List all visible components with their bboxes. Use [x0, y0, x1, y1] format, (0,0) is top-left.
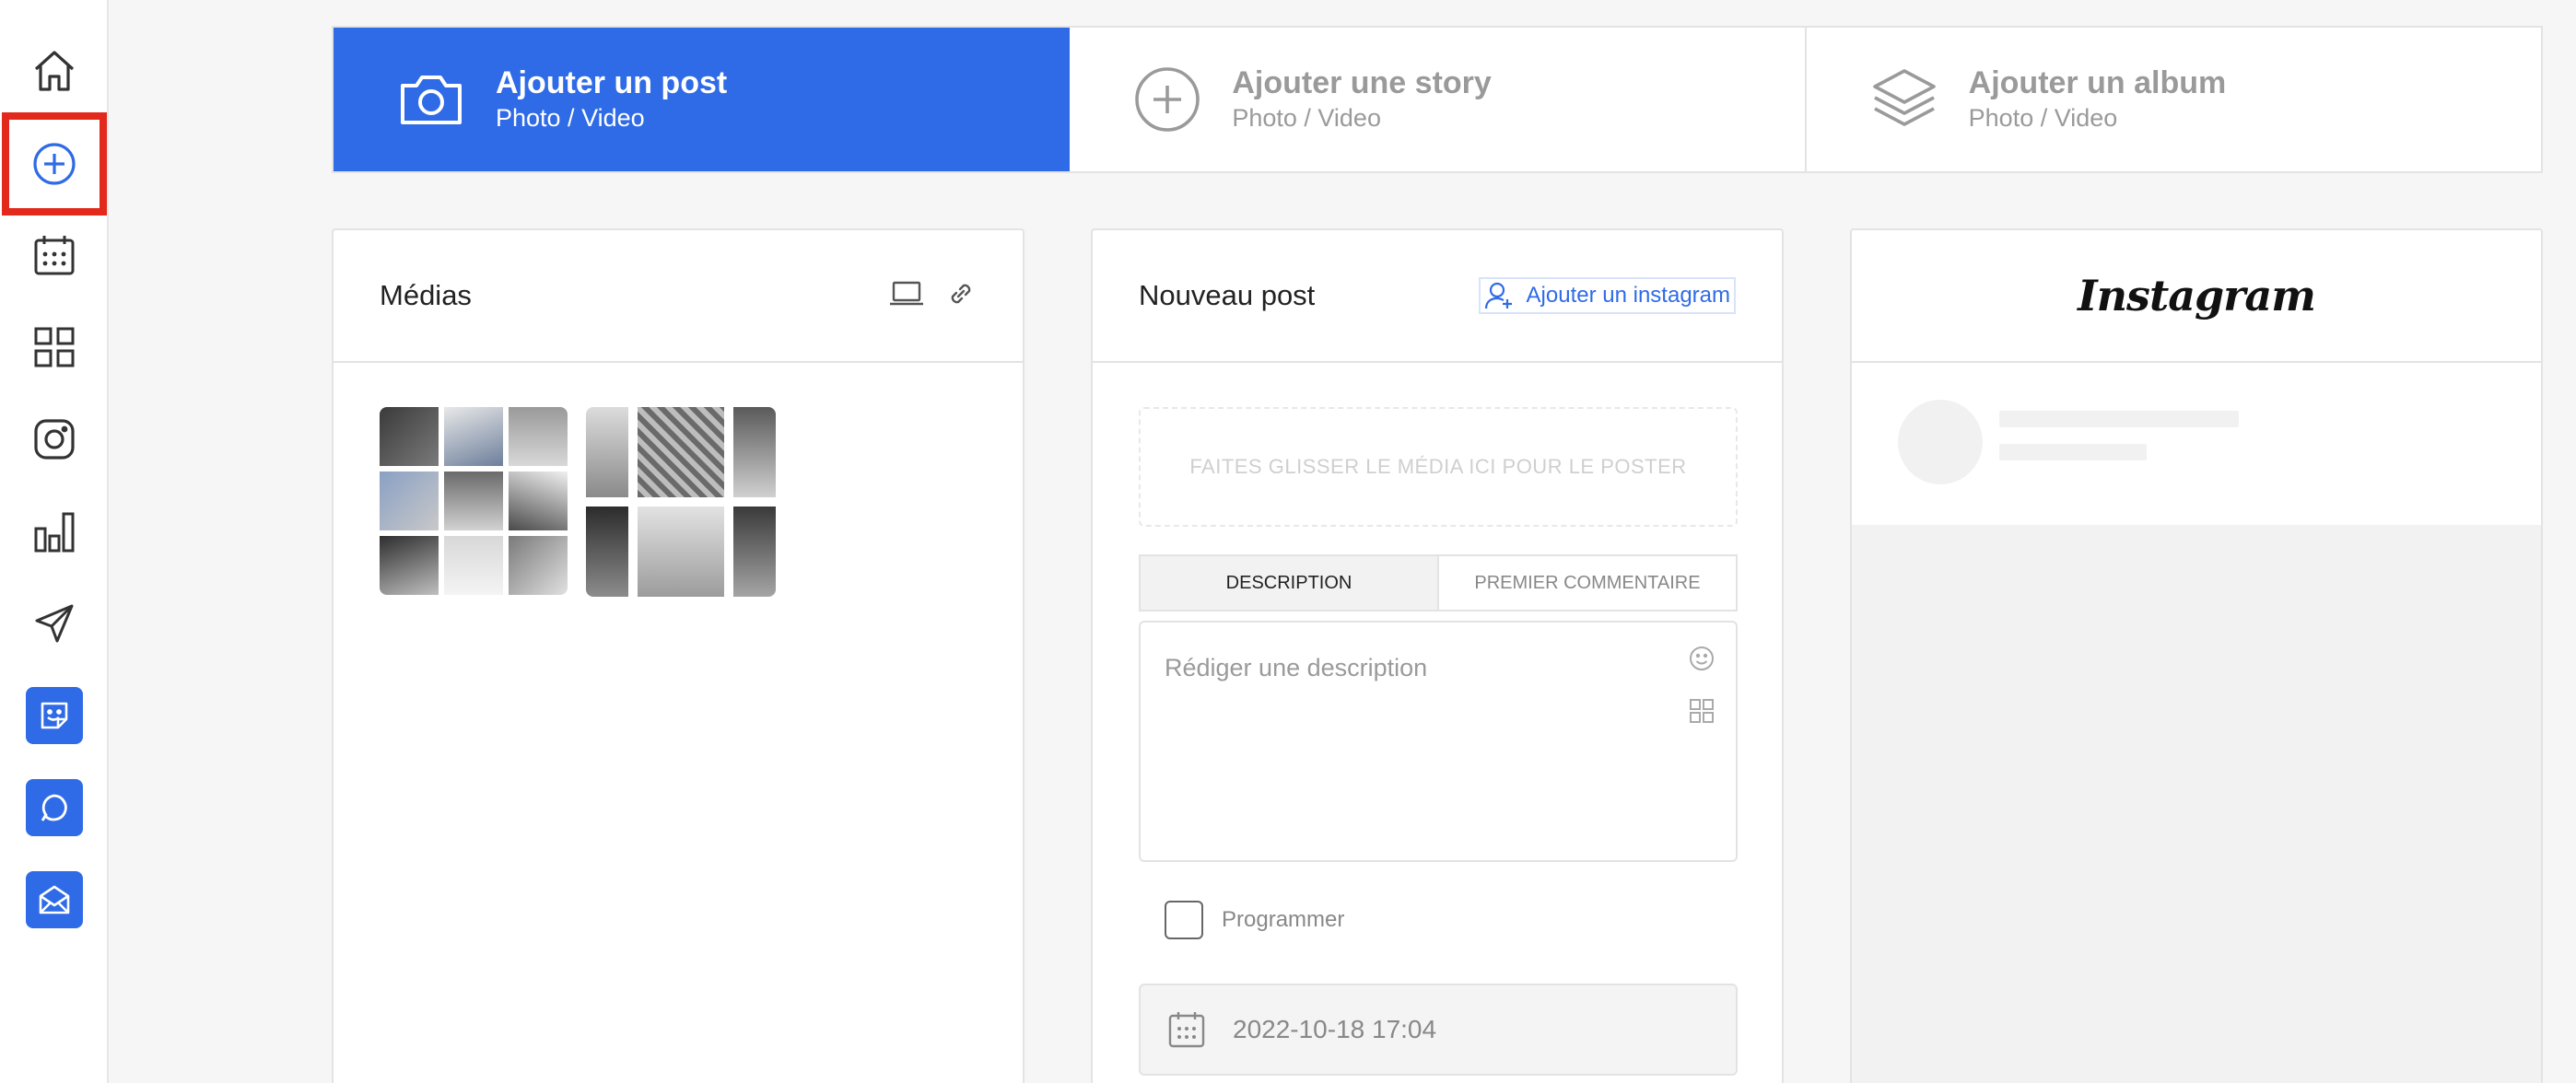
- schedule-option: Programmer: [1165, 901, 1344, 939]
- media-thumbnail[interactable]: [638, 407, 724, 497]
- tab-first-comment[interactable]: PREMIER COMMENTAIRE: [1439, 556, 1736, 610]
- mail-icon[interactable]: [9, 855, 100, 945]
- description-placeholder: Rédiger une description: [1165, 654, 1428, 681]
- tab-add-album[interactable]: Ajouter un album Photo / Video: [1807, 28, 2541, 171]
- schedule-date-field[interactable]: 2022-10-18 17:04: [1139, 984, 1738, 1076]
- layers-icon: [1868, 63, 1941, 136]
- media-thumbnail-group[interactable]: [380, 407, 568, 595]
- schedule-date-value: 2022-10-18 17:04: [1233, 1015, 1437, 1043]
- description-tabs: DESCRIPTION PREMIER COMMENTAIRE: [1139, 554, 1738, 611]
- dropzone-text: FAITES GLISSER LE MÉDIA ICI POUR LE POST…: [1189, 455, 1687, 478]
- preview-profile-placeholder: [1852, 363, 2541, 525]
- calendar-icon[interactable]: [9, 210, 100, 300]
- media-thumbnail[interactable]: [638, 507, 724, 597]
- preview-header: Instagram: [1852, 230, 2541, 363]
- media-thumbnail[interactable]: [380, 407, 439, 466]
- calendar-icon: [1168, 1012, 1205, 1048]
- location-placeholder: [1999, 444, 2147, 460]
- emoji-icon[interactable]: [1688, 645, 1715, 679]
- instagram-preview-card: Instagram: [1850, 228, 2543, 1083]
- media-thumbnail[interactable]: [444, 472, 503, 530]
- tab-subtitle: Photo / Video: [1968, 104, 2118, 132]
- tab-subtitle: Photo / Video: [1232, 104, 1381, 132]
- media-dropzone[interactable]: FAITES GLISSER LE MÉDIA ICI POUR LE POST…: [1139, 407, 1738, 527]
- post-type-tabs: Ajouter un post Photo / Video Ajouter un…: [332, 26, 2543, 173]
- media-thumbnail[interactable]: [733, 507, 776, 597]
- new-post-header: Nouveau post Ajouter un instagram: [1093, 230, 1782, 363]
- instagram-icon[interactable]: [9, 394, 100, 484]
- send-icon[interactable]: [9, 578, 100, 669]
- description-textarea[interactable]: Rédiger une description: [1139, 621, 1738, 862]
- schedule-checkbox[interactable]: [1165, 901, 1203, 939]
- medias-header: Médias: [334, 230, 1023, 363]
- laptop-icon[interactable]: [888, 280, 925, 312]
- preview-media-placeholder: [1852, 525, 2541, 1083]
- tab-title: Ajouter un album: [1968, 65, 2227, 100]
- tab-add-story[interactable]: Ajouter une story Photo / Video: [1070, 28, 1807, 171]
- tab-title: Ajouter un post: [496, 65, 728, 100]
- user-add-icon: [1484, 282, 1512, 309]
- media-thumbnail[interactable]: [509, 407, 568, 466]
- medias-title: Médias: [380, 279, 472, 311]
- tab-add-post[interactable]: Ajouter un post Photo / Video: [334, 28, 1071, 171]
- sidebar: [0, 0, 109, 1083]
- add-instagram-button[interactable]: Ajouter un instagram: [1478, 277, 1736, 314]
- media-thumbnail[interactable]: [380, 472, 439, 530]
- add-circle-icon: [33, 143, 76, 185]
- media-thumbnail[interactable]: [586, 507, 628, 597]
- media-thumbnail[interactable]: [380, 536, 439, 595]
- camera-icon: [394, 63, 468, 136]
- username-placeholder: [1999, 411, 2239, 427]
- add-instagram-label: Ajouter un instagram: [1526, 283, 1730, 308]
- schedule-label: Programmer: [1222, 907, 1345, 932]
- add-circle-icon: [1130, 63, 1204, 136]
- media-thumbnail-group[interactable]: [586, 407, 776, 597]
- chat-icon[interactable]: [9, 763, 100, 853]
- medias-card: Médias: [332, 228, 1025, 1083]
- tab-subtitle: Photo / Video: [496, 104, 645, 132]
- link-icon[interactable]: [945, 278, 977, 314]
- new-post-title: Nouveau post: [1139, 279, 1316, 311]
- media-thumbnail[interactable]: [586, 407, 628, 497]
- new-post-card: Nouveau post Ajouter un instagram FAITES…: [1091, 228, 1784, 1083]
- template-grid-icon[interactable]: [1688, 697, 1715, 731]
- avatar-placeholder: [1898, 400, 1983, 484]
- media-thumbnail[interactable]: [733, 407, 776, 497]
- home-icon[interactable]: [9, 26, 100, 116]
- media-thumbnail[interactable]: [509, 472, 568, 530]
- tab-title: Ajouter une story: [1232, 65, 1492, 100]
- stats-icon[interactable]: [9, 486, 100, 576]
- media-thumbnail[interactable]: [444, 407, 503, 466]
- add-post-nav-item[interactable]: [2, 112, 107, 215]
- sticker-icon[interactable]: [9, 670, 100, 761]
- tab-description[interactable]: DESCRIPTION: [1141, 556, 1439, 610]
- media-thumbnail[interactable]: [444, 536, 503, 595]
- grid-icon[interactable]: [9, 302, 100, 392]
- media-thumbnail[interactable]: [509, 536, 568, 595]
- instagram-logo: Instagram: [2078, 271, 2316, 320]
